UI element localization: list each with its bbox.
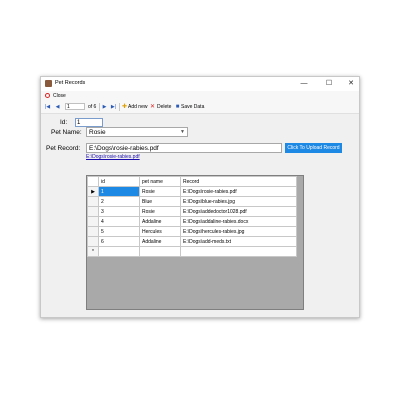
column-header-pet-name[interactable]: pet name bbox=[139, 176, 181, 187]
chevron-down-icon[interactable]: ▼ bbox=[180, 128, 185, 137]
save-data-button[interactable]: Save Data bbox=[181, 103, 204, 111]
delete-icon[interactable]: ✕ bbox=[149, 103, 156, 111]
cell-record[interactable]: E:\Dogs\add-meds.txt bbox=[180, 236, 297, 247]
app-icon bbox=[45, 80, 52, 87]
table-row[interactable]: 2 Blue E:\Dogs\blue-rabies.jpg bbox=[87, 196, 297, 207]
menu-close[interactable]: Close bbox=[53, 92, 66, 100]
cell-id[interactable] bbox=[98, 246, 140, 257]
cell-pet-name[interactable]: Hercules bbox=[139, 226, 181, 237]
table-row[interactable]: 5 Hercules E:\Dogs\hercules-rabies.jpg bbox=[87, 226, 297, 237]
table-row[interactable]: 6 Addaline E:\Dogs\add-meds.txt bbox=[87, 236, 297, 247]
cell-record[interactable]: E:\Dogs\hercules-rabies.jpg bbox=[180, 226, 297, 237]
position-input[interactable]: 1 bbox=[65, 103, 85, 110]
pet-record-label: Pet Record: bbox=[46, 145, 81, 152]
header-row: id pet name Record bbox=[87, 176, 297, 187]
table-row[interactable]: 3 Rosie E:\Dogs\addedoctor1028.pdf bbox=[87, 206, 297, 217]
record-link[interactable]: E:\Dogs\rosie-rabies.pdf bbox=[86, 154, 140, 161]
cell-pet-name[interactable]: Blue bbox=[139, 196, 181, 207]
cell-record[interactable] bbox=[180, 246, 297, 257]
table-row[interactable]: ▶ 1 Rosie E:\Dogs\rosie-rabies.pdf bbox=[87, 186, 297, 197]
records-table: id pet name Record ▶ 1 Rosie E:\Dogs\ros… bbox=[87, 176, 297, 257]
maximize-button[interactable]: ☐ bbox=[321, 77, 337, 91]
toolbar-separator bbox=[119, 103, 120, 111]
delete-button[interactable]: Delete bbox=[157, 103, 171, 111]
upload-record-button[interactable]: Click To Upload Record bbox=[285, 143, 342, 153]
current-row-marker: ▶ bbox=[87, 186, 99, 197]
cell-id[interactable]: 3 bbox=[98, 206, 140, 217]
move-previous-button[interactable]: ◀ bbox=[54, 103, 61, 111]
row-header[interactable] bbox=[87, 216, 99, 227]
pet-name-label: Pet Name: bbox=[51, 129, 82, 136]
cell-record[interactable]: E:\Dogs\addaline-rabies.docx bbox=[180, 216, 297, 227]
window-title: Pet Records bbox=[55, 80, 86, 86]
id-label: Id: bbox=[60, 119, 68, 126]
cell-pet-name[interactable]: Addaline bbox=[139, 236, 181, 247]
pet-record-input[interactable]: E:\Dogs\rosie-rabies.pdf bbox=[86, 143, 282, 153]
cell-pet-name[interactable] bbox=[139, 246, 181, 257]
cell-id[interactable]: 1 bbox=[98, 186, 140, 197]
cell-record[interactable]: E:\Dogs\blue-rabies.jpg bbox=[180, 196, 297, 207]
cell-record[interactable]: E:\Dogs\addedoctor1028.pdf bbox=[180, 206, 297, 217]
new-row-marker: * bbox=[87, 246, 99, 257]
cell-record[interactable]: E:\Dogs\rosie-rabies.pdf bbox=[180, 186, 297, 197]
minimize-button[interactable]: — bbox=[296, 77, 312, 91]
power-icon[interactable] bbox=[45, 93, 50, 98]
cell-pet-name[interactable]: Rosie bbox=[139, 186, 181, 197]
cell-id[interactable]: 2 bbox=[98, 196, 140, 207]
move-next-button[interactable]: ▶ bbox=[101, 103, 108, 111]
row-header[interactable] bbox=[87, 196, 99, 207]
cell-id[interactable]: 4 bbox=[98, 216, 140, 227]
menu-bar bbox=[41, 91, 359, 101]
row-header-corner bbox=[87, 176, 99, 187]
cell-id[interactable]: 6 bbox=[98, 236, 140, 247]
count-label: of 6 bbox=[88, 104, 97, 110]
add-new-button[interactable]: Add new bbox=[128, 103, 147, 111]
pet-name-select[interactable]: Rosie ▼ bbox=[86, 127, 188, 137]
title-bar: Pet Records — ☐ ✕ bbox=[41, 77, 359, 91]
row-header[interactable] bbox=[87, 236, 99, 247]
cell-pet-name[interactable]: Rosie bbox=[139, 206, 181, 217]
row-header[interactable] bbox=[87, 226, 99, 237]
move-last-button[interactable]: ▶| bbox=[110, 103, 117, 111]
add-icon[interactable]: ✚ bbox=[121, 103, 128, 111]
cell-id[interactable]: 5 bbox=[98, 226, 140, 237]
toolbar-separator bbox=[99, 103, 100, 111]
column-header-id[interactable]: id bbox=[98, 176, 140, 187]
move-first-button[interactable]: |◀ bbox=[44, 103, 51, 111]
table-row[interactable]: 4 Addaline E:\Dogs\addaline-rabies.docx bbox=[87, 216, 297, 227]
column-header-record[interactable]: Record bbox=[180, 176, 297, 187]
row-header[interactable] bbox=[87, 206, 99, 217]
window-close-button[interactable]: ✕ bbox=[343, 77, 359, 91]
id-input[interactable]: 1 bbox=[75, 118, 103, 127]
pet-name-value: Rosie bbox=[89, 129, 106, 136]
new-row[interactable]: * bbox=[87, 246, 297, 257]
data-grid[interactable]: id pet name Record ▶ 1 Rosie E:\Dogs\ros… bbox=[86, 175, 304, 310]
cell-pet-name[interactable]: Addaline bbox=[139, 216, 181, 227]
save-icon[interactable]: ■ bbox=[174, 103, 181, 111]
